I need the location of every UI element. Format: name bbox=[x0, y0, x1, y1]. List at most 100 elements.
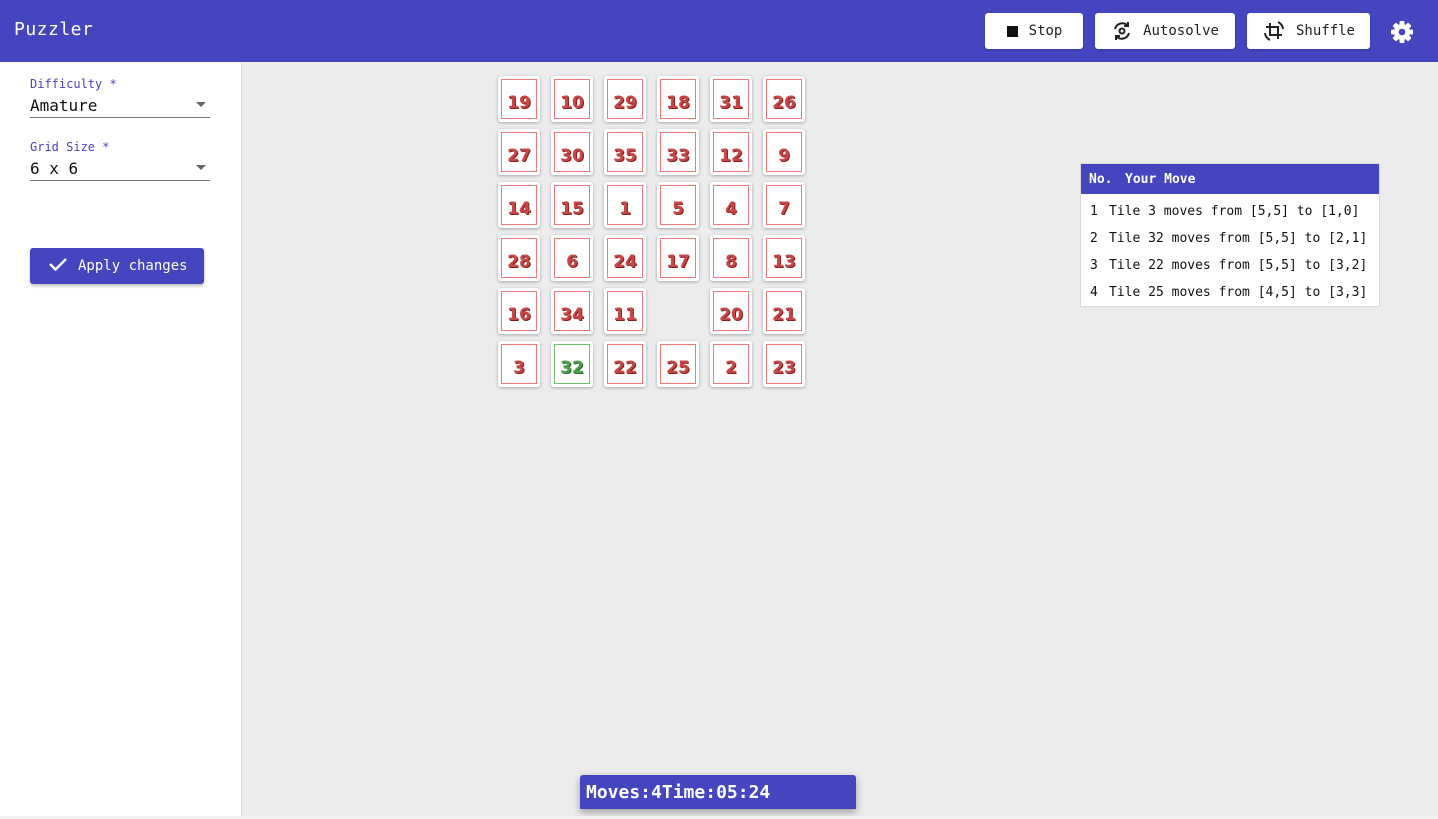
puzzle-tile[interactable]: 12 bbox=[710, 129, 752, 175]
tile-number: 13 bbox=[766, 238, 802, 278]
tile-number: 20 bbox=[713, 291, 749, 331]
puzzle-tile[interactable]: 16 bbox=[498, 288, 540, 334]
tile-number: 29 bbox=[607, 79, 643, 119]
shuffle-button[interactable]: Shuffle bbox=[1247, 13, 1370, 49]
tile-number: 27 bbox=[501, 132, 537, 172]
puzzle-tile[interactable]: 17 bbox=[657, 235, 699, 281]
puzzle-tile[interactable]: 34 bbox=[551, 288, 593, 334]
tile-number: 18 bbox=[660, 79, 696, 119]
tile-number: 19 bbox=[501, 79, 537, 119]
puzzle-tile[interactable]: 35 bbox=[604, 129, 646, 175]
move-no: 3 bbox=[1090, 258, 1098, 273]
autosolve-icon bbox=[1111, 20, 1133, 42]
tile-number: 14 bbox=[501, 185, 537, 225]
moves-header-move: Your Move bbox=[1125, 171, 1196, 187]
moves-history-header: No. Your Move bbox=[1081, 164, 1379, 194]
move-row: 3 Tile 22 moves from [5,5] to [3,2] bbox=[1081, 252, 1379, 279]
tile-number: 28 bbox=[501, 238, 537, 278]
tile-number: 11 bbox=[607, 291, 643, 331]
tile-number: 32 bbox=[554, 344, 590, 384]
time-label: Time: bbox=[661, 781, 717, 803]
puzzle-tile[interactable]: 11 bbox=[604, 288, 646, 334]
tile-number: 30 bbox=[554, 132, 590, 172]
puzzle-tile[interactable]: 22 bbox=[604, 341, 646, 387]
tile-number: 5 bbox=[660, 185, 696, 225]
tile-number: 21 bbox=[766, 291, 802, 331]
puzzle-tile[interactable]: 26 bbox=[763, 76, 805, 122]
puzzle-tile[interactable]: 8 bbox=[710, 235, 752, 281]
puzzle-tile[interactable]: 14 bbox=[498, 182, 540, 228]
puzzle-tile[interactable]: 13 bbox=[763, 235, 805, 281]
puzzle-tile[interactable]: 32 bbox=[551, 341, 593, 387]
move-no: 4 bbox=[1090, 285, 1098, 300]
shuffle-icon bbox=[1262, 19, 1286, 43]
tile-number: 31 bbox=[713, 79, 749, 119]
puzzle-tile[interactable]: 25 bbox=[657, 341, 699, 387]
puzzle-board: 19 10 29 18 31 26 27 30 35 33 12 9 14 15 1 5 4 7 28 6 24 17 8 1… bbox=[498, 76, 808, 390]
puzzle-tile[interactable]: 27 bbox=[498, 129, 540, 175]
difficulty-select[interactable]: Amature bbox=[30, 96, 210, 118]
tile-number: 16 bbox=[501, 291, 537, 331]
puzzle-tile[interactable]: 2 bbox=[710, 341, 752, 387]
tile-number: 25 bbox=[660, 344, 696, 384]
gear-icon[interactable] bbox=[1389, 19, 1415, 45]
tile-number: 8 bbox=[713, 238, 749, 278]
puzzle-tile[interactable]: 6 bbox=[551, 235, 593, 281]
puzzle-tile[interactable]: 10 bbox=[551, 76, 593, 122]
move-no: 1 bbox=[1090, 204, 1098, 219]
puzzle-tile[interactable]: 21 bbox=[763, 288, 805, 334]
stop-button-label: Stop bbox=[1028, 23, 1063, 39]
stop-icon bbox=[1006, 25, 1019, 38]
move-text: Tile 3 moves from [5,5] to [1,0] bbox=[1109, 204, 1360, 219]
difficulty-field: Difficulty * Amature bbox=[30, 77, 210, 118]
puzzle-tile[interactable]: 9 bbox=[763, 129, 805, 175]
move-row: 1 Tile 3 moves from [5,5] to [1,0] bbox=[1081, 198, 1379, 225]
grid-size-label: Grid Size * bbox=[30, 140, 110, 154]
puzzle-tile[interactable]: 30 bbox=[551, 129, 593, 175]
apply-changes-label: Apply changes bbox=[78, 258, 188, 274]
tile-number: 4 bbox=[713, 185, 749, 225]
grid-size-field: Grid Size * 6 x 6 bbox=[30, 140, 210, 181]
stop-button[interactable]: Stop bbox=[985, 13, 1083, 49]
puzzle-tile[interactable]: 1 bbox=[604, 182, 646, 228]
puzzle-tile[interactable]: 4 bbox=[710, 182, 752, 228]
tile-number: 23 bbox=[766, 344, 802, 384]
shuffle-button-label: Shuffle bbox=[1295, 23, 1355, 39]
puzzle-tile[interactable]: 19 bbox=[498, 76, 540, 122]
move-row: 2 Tile 32 moves from [5,5] to [2,1] bbox=[1081, 225, 1379, 252]
tile-number: 33 bbox=[660, 132, 696, 172]
puzzle-tile[interactable]: 5 bbox=[657, 182, 699, 228]
puzzle-tile[interactable]: 23 bbox=[763, 341, 805, 387]
grid-size-select[interactable]: 6 x 6 bbox=[30, 159, 210, 181]
tile-number: 24 bbox=[607, 238, 643, 278]
tile-number: 35 bbox=[607, 132, 643, 172]
puzzle-tile[interactable]: 3 bbox=[498, 341, 540, 387]
puzzle-tile[interactable]: 7 bbox=[763, 182, 805, 228]
tile-number: 10 bbox=[554, 79, 590, 119]
move-row: 4 Tile 25 moves from [4,5] to [3,3] bbox=[1081, 279, 1379, 306]
puzzle-tile[interactable]: 24 bbox=[604, 235, 646, 281]
tile-number: 7 bbox=[766, 185, 802, 225]
puzzle-tile[interactable]: 18 bbox=[657, 76, 699, 122]
move-no: 2 bbox=[1090, 231, 1098, 246]
tile-number: 22 bbox=[607, 344, 643, 384]
puzzle-tile[interactable]: 28 bbox=[498, 235, 540, 281]
moves-header-no: No. bbox=[1089, 171, 1113, 187]
puzzle-tile[interactable]: 29 bbox=[604, 76, 646, 122]
app-title: Puzzler bbox=[14, 19, 94, 40]
puzzle-tile[interactable]: 20 bbox=[710, 288, 752, 334]
tile-number: 2 bbox=[713, 344, 749, 384]
autosolve-button[interactable]: Autosolve bbox=[1095, 13, 1235, 49]
tile-number: 12 bbox=[713, 132, 749, 172]
tile-number: 9 bbox=[766, 132, 802, 172]
apply-changes-button[interactable]: Apply changes bbox=[30, 248, 204, 284]
tile-number: 34 bbox=[554, 291, 590, 331]
settings-sidebar: Difficulty * Amature Grid Size * 6 x 6 A… bbox=[0, 62, 242, 816]
puzzle-tile[interactable]: 31 bbox=[710, 76, 752, 122]
chevron-down-icon bbox=[196, 102, 206, 107]
move-text: Tile 25 moves from [4,5] to [3,3] bbox=[1109, 285, 1368, 300]
grid-size-value: 6 x 6 bbox=[30, 159, 79, 178]
moves-count: 4 bbox=[651, 781, 662, 803]
puzzle-tile[interactable]: 33 bbox=[657, 129, 699, 175]
puzzle-tile[interactable]: 15 bbox=[551, 182, 593, 228]
